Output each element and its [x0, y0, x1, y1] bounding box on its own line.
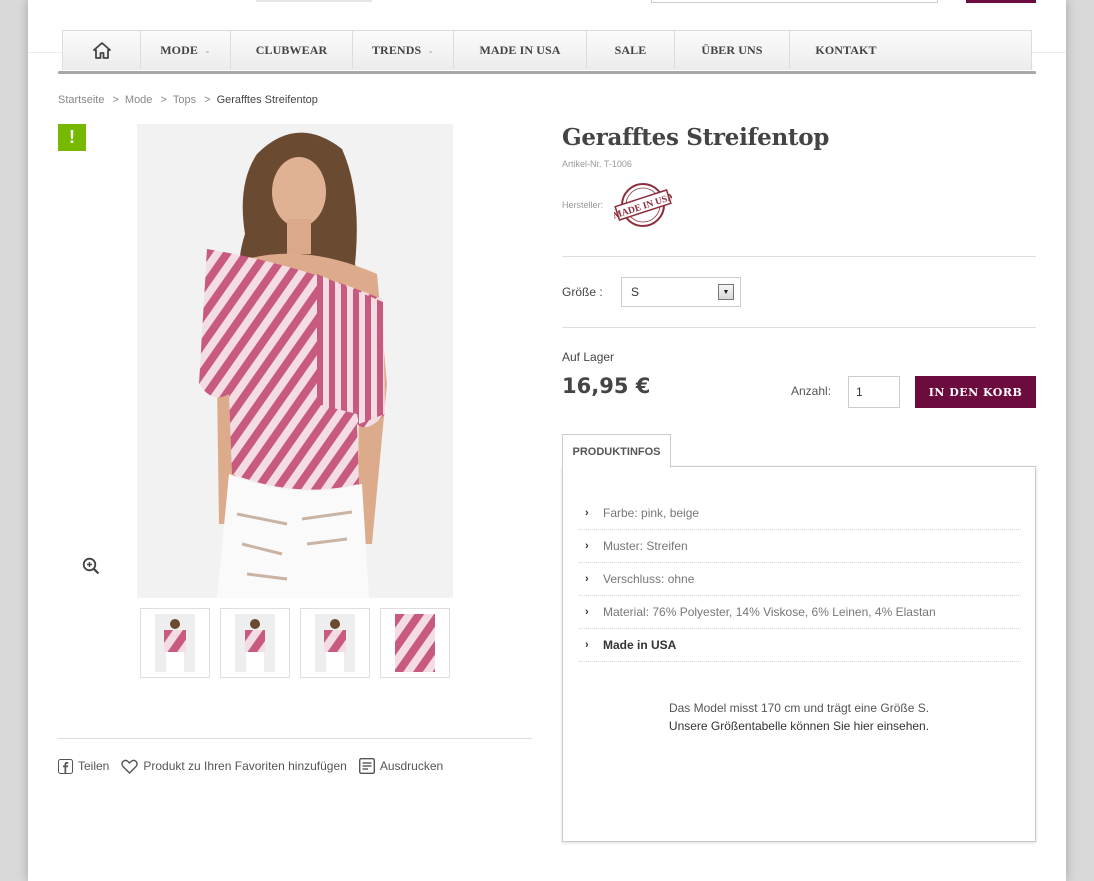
article-number: Artikel-Nr. T-1006 — [562, 159, 632, 169]
divider — [562, 256, 1036, 257]
product-photo — [137, 124, 453, 598]
favorite-action[interactable]: Produkt zu Ihren Favoriten hinzufügen — [121, 759, 347, 774]
chevron-right-icon: › — [585, 606, 589, 618]
breadcrumb-separator: > — [160, 94, 167, 106]
thumbnail-image — [235, 614, 275, 672]
list-item: › Verschluss: ohne — [579, 563, 1021, 596]
nav-label-kontakt: Kontakt — [815, 42, 877, 57]
tab-produktinfos[interactable]: PRODUKTINFOS — [562, 434, 671, 468]
breadcrumb-link[interactable]: Tops — [173, 94, 196, 106]
nav-label-sale: Sale — [614, 42, 647, 57]
chevron-right-icon: › — [585, 639, 589, 651]
nav-label-made-in-usa: Made in USA — [479, 42, 561, 57]
list-item: › Muster: Streifen — [579, 530, 1021, 563]
logo-edge — [256, 0, 372, 2]
breadcrumb-current: Gerafftes Streifentop — [216, 94, 318, 106]
favorite-label: Produkt zu Ihren Favoriten hinzufügen — [143, 759, 347, 773]
thumbnail-image — [395, 614, 435, 672]
share-label: Teilen — [78, 759, 110, 773]
nav-label-ueber-uns: Über uns — [701, 42, 763, 57]
size-label: Größe : — [562, 285, 603, 299]
thumbnail-image — [315, 614, 355, 672]
chevron-down-icon: ⌄ — [203, 45, 211, 55]
thumbnail-image — [155, 614, 195, 672]
thumbnail-strip — [140, 608, 450, 678]
nav-label-clubwear: Clubwear — [255, 42, 328, 57]
product-price: 16,95 € — [562, 374, 651, 398]
quantity-label: Anzahl: — [791, 384, 832, 398]
nav-item-trends[interactable]: Trends ⌄ — [353, 31, 454, 69]
size-chart-link[interactable]: Unsere Größentabelle können Sie hier ein… — [563, 717, 1035, 735]
nav-label-trends: Trends — [371, 42, 422, 57]
facebook-icon — [58, 758, 73, 774]
page: Mode ⌄ Clubwear Trends ⌄ Made in USA Sal… — [28, 0, 1066, 881]
quantity-input[interactable]: 1 — [848, 376, 900, 408]
home-icon — [92, 41, 111, 59]
made-in-usa-stamp-icon[interactable]: MADE IN USA — [614, 182, 672, 228]
nav-item-sale[interactable]: Sale — [587, 31, 675, 69]
search-box-edge[interactable] — [651, 0, 938, 3]
nav-label-mode: Mode — [160, 42, 198, 57]
info-text: Made in USA — [603, 638, 677, 652]
stock-status: Auf Lager — [562, 350, 615, 364]
nav-item-mode[interactable]: Mode ⌄ — [141, 31, 231, 69]
print-icon — [358, 758, 375, 774]
print-label: Ausdrucken — [379, 759, 444, 773]
thumbnail[interactable] — [300, 608, 370, 678]
product-actions: Teilen Produkt zu Ihren Favoriten hinzuf… — [58, 758, 455, 774]
product-info-list: › Farbe: pink, beige › Muster: Streifen › V… — [579, 497, 1021, 662]
nav-underline — [58, 71, 1036, 74]
size-select[interactable]: S ▼ — [621, 277, 741, 307]
chevron-right-icon: › — [585, 507, 589, 519]
chevron-down-icon: ⌄ — [427, 45, 435, 55]
zoom-in-icon[interactable] — [82, 557, 100, 575]
nav-item-made-in-usa[interactable]: Made in USA — [454, 31, 587, 69]
nav-item-kontakt[interactable]: Kontakt — [790, 31, 902, 69]
model-note: Das Model misst 170 cm und trägt eine Gr… — [563, 699, 1035, 735]
size-value: S — [631, 285, 640, 299]
heart-icon — [121, 759, 139, 774]
account-button-edge[interactable] — [966, 0, 1036, 3]
model-note-text: Das Model misst 170 cm und trägt eine Gr… — [668, 701, 930, 715]
breadcrumb-link[interactable]: Startseite — [58, 94, 104, 106]
nav-item-clubwear[interactable]: Clubwear — [231, 31, 353, 69]
info-text: Material: 76% Polyester, 14% Viskose, 6%… — [603, 605, 936, 619]
info-text: Verschluss: ohne — [603, 572, 695, 586]
divider — [562, 327, 1036, 328]
product-info-panel: › Farbe: pink, beige › Muster: Streifen › V… — [562, 466, 1036, 842]
thumbnail[interactable] — [140, 608, 210, 678]
product-title: Gerafftes Streifentop — [562, 124, 830, 151]
info-text: Muster: Streifen — [603, 539, 688, 553]
info-text: Farbe: pink, beige — [603, 506, 700, 520]
list-item: › Material: 76% Polyester, 14% Viskose, 6… — [579, 596, 1021, 629]
list-item: › Made in USA — [579, 629, 1021, 662]
breadcrumb: Startseite > Mode > Tops > Gerafftes Streifent… — [58, 94, 320, 106]
manufacturer-label: Hersteller: — [562, 200, 604, 210]
dropdown-arrow-icon: ▼ — [718, 284, 734, 300]
thumbnail[interactable] — [380, 608, 450, 678]
breadcrumb-link[interactable]: Mode — [125, 94, 153, 106]
main-nav: Mode ⌄ Clubwear Trends ⌄ Made in USA Sal… — [62, 30, 1032, 70]
print-action[interactable]: Ausdrucken — [358, 758, 444, 774]
divider — [58, 738, 532, 739]
chevron-right-icon: › — [585, 573, 589, 585]
list-item: › Farbe: pink, beige — [579, 497, 1021, 530]
nav-item-home[interactable] — [63, 31, 141, 69]
share-action[interactable]: Teilen — [58, 758, 110, 774]
chevron-right-icon: › — [585, 540, 589, 552]
breadcrumb-separator: > — [112, 94, 119, 106]
thumbnail[interactable] — [220, 608, 290, 678]
add-to-cart-button[interactable]: IN DEN KORB — [915, 376, 1036, 408]
product-image[interactable] — [137, 124, 453, 598]
breadcrumb-separator: > — [204, 94, 211, 106]
nav-item-ueber-uns[interactable]: Über uns — [675, 31, 790, 69]
info-badge[interactable]: ! — [58, 124, 86, 151]
